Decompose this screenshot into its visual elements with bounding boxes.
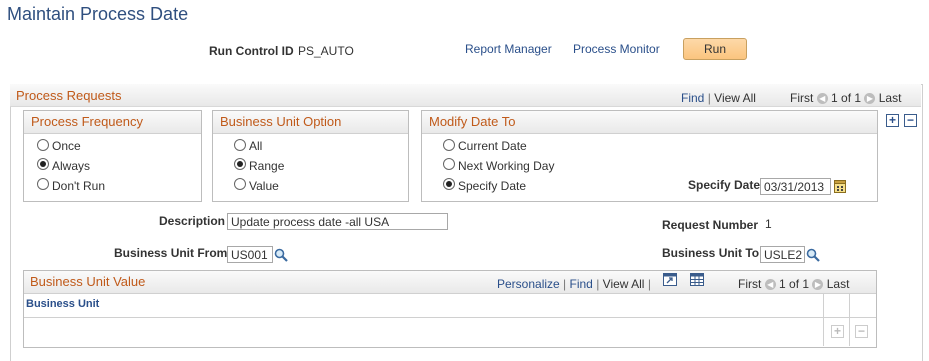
- column-business-unit[interactable]: Business Unit: [26, 298, 99, 310]
- grid-delete-row-button[interactable]: −: [855, 325, 868, 338]
- process-frequency-title: Process Frequency: [24, 111, 201, 134]
- view-all-link[interactable]: View All: [714, 91, 756, 105]
- row-count: 1 of 1: [779, 277, 810, 291]
- radio-value[interactable]: [234, 178, 246, 190]
- process-frequency-group: Process Frequency: [23, 110, 202, 202]
- radio-specify-date-label: Specify Date: [458, 179, 527, 193]
- search-icon[interactable]: [806, 248, 820, 262]
- nav-separator: |: [563, 277, 567, 291]
- bu-to-label: Business Unit To: [662, 246, 760, 260]
- business-unit-value-pager: First ◀ 1 of 1 ▶ Last: [738, 277, 849, 291]
- column-divider: [823, 293, 824, 346]
- specify-date-label: Specify Date: [688, 178, 761, 192]
- add-row-button[interactable]: +: [886, 114, 899, 127]
- next-icon[interactable]: ▶: [812, 279, 824, 291]
- radio-always[interactable]: [37, 158, 49, 170]
- view-all-link[interactable]: View All: [603, 277, 645, 291]
- request-number-value: 1: [765, 217, 772, 231]
- download-grid-icon[interactable]: [690, 273, 704, 286]
- process-monitor-link[interactable]: Process Monitor: [573, 42, 660, 56]
- run-control-value: PS_AUTO: [298, 44, 354, 58]
- run-button[interactable]: Run: [683, 38, 747, 60]
- radio-value-label: Value: [249, 179, 279, 193]
- first-label[interactable]: First: [738, 277, 761, 291]
- delete-row-button[interactable]: −: [904, 114, 917, 127]
- process-requests-title: Process Requests: [16, 88, 122, 103]
- radio-always-label: Always: [52, 159, 91, 173]
- request-number-label: Request Number: [662, 218, 759, 232]
- modify-date-to-title: Modify Date To: [422, 111, 877, 134]
- business-unit-option-title: Business Unit Option: [213, 111, 408, 134]
- personalize-link[interactable]: Personalize: [497, 277, 560, 291]
- last-label[interactable]: Last: [827, 277, 850, 291]
- run-control-label: Run Control ID: [209, 44, 294, 58]
- radio-dont-run[interactable]: [37, 178, 49, 190]
- process-requests-pager: First ◀ 1 of 1 ▶ Last: [790, 91, 901, 105]
- description-input[interactable]: Update process date -all USA: [227, 213, 448, 230]
- search-icon[interactable]: [274, 248, 288, 262]
- radio-next-working-day-label: Next Working Day: [458, 159, 555, 173]
- report-manager-link[interactable]: Report Manager: [465, 42, 552, 56]
- radio-once-label: Once: [52, 139, 81, 153]
- description-label: Description: [159, 214, 226, 228]
- business-unit-value-nav: Personalize | Find | View All |: [497, 277, 651, 291]
- radio-once[interactable]: [37, 139, 49, 151]
- zoom-icon[interactable]: [663, 273, 677, 286]
- business-unit-value-title: Business Unit Value: [30, 274, 146, 289]
- bu-to-input[interactable]: USLE2: [760, 246, 805, 263]
- previous-icon[interactable]: ◀: [764, 279, 776, 291]
- bu-from-label: Business Unit From: [114, 246, 228, 260]
- find-link[interactable]: Find: [681, 91, 704, 105]
- calendar-icon[interactable]: [834, 179, 846, 193]
- previous-icon[interactable]: ◀: [816, 93, 828, 105]
- bu-from-input[interactable]: US001: [227, 246, 273, 263]
- nav-separator: |: [596, 277, 600, 291]
- find-link[interactable]: Find: [570, 277, 593, 291]
- radio-specify-date[interactable]: [443, 178, 455, 190]
- radio-range-label: Range: [249, 159, 285, 173]
- row-count: 1 of 1: [831, 91, 862, 105]
- process-requests-nav: Find | View All: [681, 91, 756, 105]
- page-title: Maintain Process Date: [7, 4, 189, 24]
- first-label[interactable]: First: [790, 91, 813, 105]
- column-header-row: [24, 293, 876, 318]
- radio-range[interactable]: [234, 158, 246, 170]
- column-divider: [849, 293, 850, 346]
- radio-dont-run-label: Don't Run: [52, 179, 105, 193]
- radio-next-working-day[interactable]: [443, 158, 455, 170]
- process-requests-header: [10, 84, 921, 107]
- nav-separator: |: [647, 277, 651, 291]
- specify-date-input[interactable]: 03/31/2013: [760, 178, 831, 195]
- radio-all-label: All: [249, 139, 263, 153]
- last-label[interactable]: Last: [879, 91, 902, 105]
- radio-all[interactable]: [234, 139, 246, 151]
- grid-add-row-button[interactable]: +: [831, 325, 844, 338]
- radio-current-date-label: Current Date: [458, 139, 527, 153]
- radio-current-date[interactable]: [443, 139, 455, 151]
- nav-separator: |: [707, 91, 711, 105]
- next-icon[interactable]: ▶: [864, 93, 876, 105]
